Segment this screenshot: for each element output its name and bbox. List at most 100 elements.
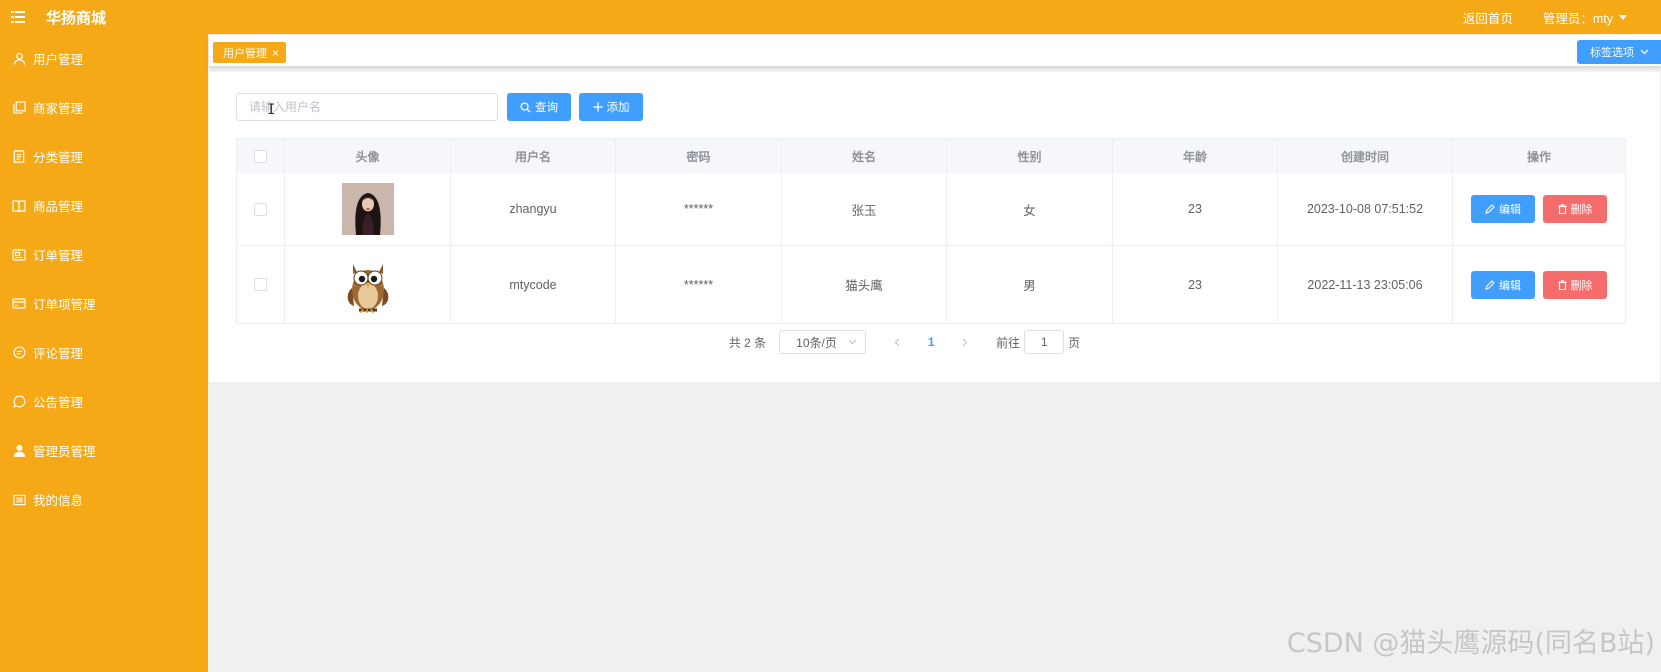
sidebar-item-label: 订单项管理 <box>33 298 96 312</box>
username-cell: zhangyu <box>451 173 616 245</box>
chevron-right-icon <box>962 338 968 346</box>
delete-button[interactable]: 删除 <box>1543 270 1607 299</box>
book-icon <box>12 199 26 213</box>
trash-icon <box>1558 204 1566 214</box>
edit-button[interactable]: 编辑 <box>1471 195 1535 223</box>
search-button[interactable]: 查询 <box>507 93 571 121</box>
sidebar-item-announcements[interactable]: 公告管理 <box>0 377 208 426</box>
menu-toggle-button[interactable] <box>0 0 36 34</box>
sidebar-item-label: 商家管理 <box>33 102 84 116</box>
admin-dropdown[interactable]: 管理员：mty <box>1543 8 1627 27</box>
delete-button[interactable]: 删除 <box>1543 195 1607 223</box>
sidebar-item-label: 分类管理 <box>33 151 84 165</box>
message-icon <box>12 395 26 409</box>
sidebar: 用户管理 商家管理 分类管理 商品管理 订单管理 订单项管理 评论管理 公告管理… <box>0 34 208 672</box>
trash-icon <box>1558 279 1566 290</box>
delete-label: 删除 <box>1570 204 1593 216</box>
column-header: 创建时间 <box>1278 139 1453 173</box>
gender-cell: 女 <box>947 173 1113 245</box>
pagination: 共 2 条 10条/页 1 前往 页 <box>209 330 1660 354</box>
sidebar-item-orders[interactable]: 订单管理 <box>0 230 208 279</box>
sidebar-item-admins[interactable]: 管理员管理 <box>0 426 208 475</box>
chevron-down-icon <box>848 339 857 345</box>
copy-icon <box>12 101 26 115</box>
add-button-label: 添加 <box>606 102 630 114</box>
sidebar-item-label: 公告管理 <box>33 396 84 410</box>
tag-label: 用户管理 <box>223 47 267 60</box>
search-button-label: 查询 <box>535 102 558 114</box>
total-count: 共 2 条 <box>728 335 767 350</box>
text-cursor-icon: I <box>267 102 276 118</box>
table-header: 头像 用户名 密码 姓名 性别 年龄 创建时间 操作 <box>237 139 1625 173</box>
woman-avatar <box>341 183 394 235</box>
column-header: 性别 <box>947 139 1113 173</box>
ticket-icon <box>12 248 26 262</box>
sidebar-item-categories[interactable]: 分类管理 <box>0 132 208 181</box>
sidebar-item-users[interactable]: 用户管理 <box>0 34 208 83</box>
tags-options-button[interactable]: 标签选项 <box>1577 40 1661 64</box>
top-header: 华扬商城 返回首页 管理员：mty <box>0 0 1661 34</box>
column-header: 年龄 <box>1113 139 1278 173</box>
column-header: 头像 <box>285 139 451 173</box>
page-size-select[interactable]: 10条/页 <box>779 330 867 354</box>
name-cell: 张玉 <box>782 173 947 245</box>
sidebar-item-comments[interactable]: 评论管理 <box>0 328 208 377</box>
sidebar-item-label: 订单管理 <box>33 249 84 263</box>
gender-cell: 男 <box>947 246 1113 323</box>
name-cell: 猫头鹰 <box>782 246 947 323</box>
goto-page-input[interactable] <box>1024 330 1065 354</box>
tags-bar: 用户管理 × 标签选项 <box>209 35 1661 66</box>
user-table: 头像 用户名 密码 姓名 性别 年龄 创建时间 操作 zhangyu *****… <box>236 138 1626 324</box>
actions-cell: 编辑 删除 <box>1453 246 1625 323</box>
edit-label: 编辑 <box>1499 279 1521 292</box>
home-link[interactable]: 返回首页 <box>1463 8 1513 27</box>
column-header: 密码 <box>616 139 782 173</box>
select-all-cell <box>237 139 285 173</box>
select-all-checkbox[interactable] <box>254 149 267 163</box>
username-cell: mtycode <box>451 246 616 323</box>
hamburger-icon <box>11 11 25 23</box>
actions-cell: 编辑 删除 <box>1453 173 1625 245</box>
delete-label: 删除 <box>1570 279 1593 292</box>
user-icon <box>12 52 26 66</box>
row-checkbox[interactable] <box>254 278 267 291</box>
search-icon <box>520 101 531 113</box>
chat-icon <box>12 346 26 360</box>
caret-down-icon <box>1619 14 1627 20</box>
next-page-button[interactable] <box>948 330 982 354</box>
goto-suffix: 页 <box>1068 335 1081 350</box>
goto-page: 前往 页 <box>996 330 1080 354</box>
tag-user-management[interactable]: 用户管理 × <box>213 42 287 63</box>
admin-label: 管理员：mty <box>1542 11 1613 26</box>
column-header: 操作 <box>1526 149 1551 164</box>
plus-icon <box>593 102 602 112</box>
goto-prefix: 前往 <box>996 335 1021 350</box>
user-solid-icon <box>12 444 26 458</box>
main-card: 查询 添加 头像 用户名 密码 姓名 性别 年龄 创建时间 操作 <box>209 72 1660 382</box>
sidebar-item-label: 评论管理 <box>33 347 84 361</box>
tags-options-label: 标签选项 <box>1590 47 1634 59</box>
age-cell: 23 <box>1113 173 1278 245</box>
add-button[interactable]: 添加 <box>579 93 643 121</box>
sidebar-item-label: 商品管理 <box>33 200 84 214</box>
prev-page-button[interactable] <box>880 330 914 354</box>
credit-card-icon <box>12 297 26 311</box>
sidebar-item-merchants[interactable]: 商家管理 <box>0 83 208 132</box>
row-checkbox[interactable] <box>254 202 267 216</box>
document-icon <box>12 150 26 164</box>
sidebar-item-my-info[interactable]: 我的信息 <box>0 475 208 524</box>
edit-label: 编辑 <box>1499 204 1521 216</box>
chevron-left-icon <box>894 338 900 346</box>
close-icon[interactable]: × <box>272 47 279 59</box>
sidebar-item-label: 用户管理 <box>33 53 84 67</box>
sidebar-item-products[interactable]: 商品管理 <box>0 181 208 230</box>
table-row: zhangyu ****** 张玉 女 23 2023-10-08 07:51:… <box>237 173 1625 246</box>
password-cell: ****** <box>616 246 782 323</box>
sidebar-item-order-items[interactable]: 订单项管理 <box>0 279 208 328</box>
page-number[interactable]: 1 <box>914 330 948 354</box>
edit-button[interactable]: 编辑 <box>1471 270 1535 299</box>
password-cell: ****** <box>616 173 782 245</box>
sidebar-item-label: 管理员管理 <box>33 445 96 459</box>
edit-icon <box>1485 204 1495 214</box>
table-row: mtycode ****** 猫头鹰 男 23 2022-11-13 23:05… <box>237 246 1625 323</box>
